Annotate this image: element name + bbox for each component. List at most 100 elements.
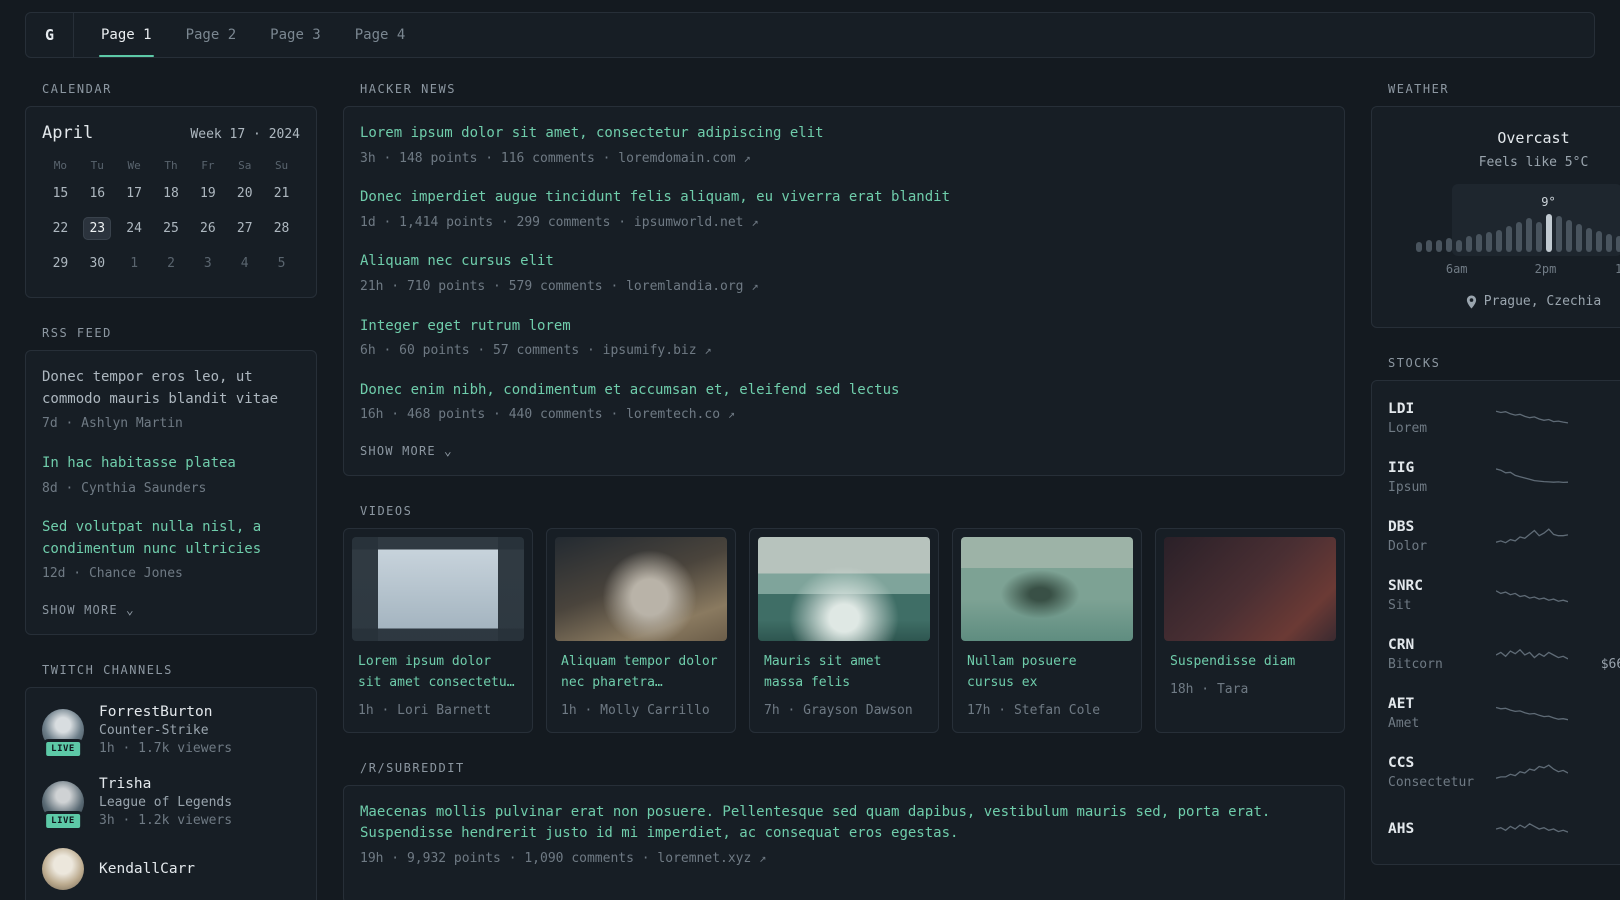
hn-item: Aliquam nec cursus elit 21h · 710 points …: [360, 251, 1328, 296]
tab-page-1[interactable]: Page 1: [84, 13, 169, 57]
weather-condition: Overcast: [1497, 129, 1570, 147]
stock-row[interactable]: CRN Bitcorn -1.00% $66,171.48: [1388, 625, 1620, 684]
avatar: LIVE: [42, 780, 84, 831]
hn-item-meta: 16h · 468 points · 440 comments · loremt…: [360, 407, 736, 423]
calendar-day[interactable]: 5: [263, 246, 300, 281]
calendar-dow-label: Tu: [90, 159, 104, 172]
tab-page-4[interactable]: Page 4: [338, 13, 423, 57]
right-column: WEATHER Overcast Feels like 5°C 9° 6am 2p…: [1371, 82, 1620, 893]
video-thumbnail[interactable]: [1164, 536, 1336, 641]
video-thumbnail[interactable]: [555, 536, 727, 641]
stock-row[interactable]: AET Amet +0.92% $499.72: [1388, 684, 1620, 743]
stock-row[interactable]: DBS Dolor +1.42% $156.28: [1388, 507, 1620, 566]
twitch-channel[interactable]: LIVE ForrestBurton Counter-Strike 1h · 1.7k…: [42, 704, 300, 759]
stock-name: Consectetur: [1388, 775, 1475, 790]
calendar-day[interactable]: 21: [263, 176, 300, 211]
video-title[interactable]: Nullam posuere cursus ex: [967, 652, 1127, 694]
calendar-day-number: 26: [200, 221, 216, 236]
rss-item-meta: 8d · Cynthia Saunders: [42, 480, 207, 496]
video-title[interactable]: Lorem ipsum dolor sit amet consectetu…: [358, 652, 518, 694]
location-pin-icon: [1466, 295, 1476, 308]
rss-item: In hac habitasse platea 8d · Cynthia Saun…: [42, 453, 300, 498]
hn-item-meta: 21h · 710 points · 579 comments · loreml…: [360, 279, 759, 295]
calendar-day[interactable]: 30: [79, 246, 116, 281]
twitch-channel[interactable]: KendallCarr: [42, 847, 300, 890]
hn-item: Donec enim nibh, condimentum et accumsan…: [360, 380, 1328, 425]
calendar-day[interactable]: 24: [116, 211, 153, 246]
calendar-day[interactable]: 28: [263, 211, 300, 246]
calendar-day[interactable]: 3: [189, 246, 226, 281]
channel-name[interactable]: Trisha: [99, 776, 232, 792]
external-link-icon: ↗: [704, 343, 712, 358]
subreddit-item-title[interactable]: Maecenas mollis pulvinar erat non posuer…: [360, 802, 1328, 845]
calendar-day[interactable]: 15: [42, 176, 79, 211]
calendar-day[interactable]: 17: [116, 176, 153, 211]
hackernews-show-more-button[interactable]: SHOW MORE ⌄: [360, 444, 1328, 459]
rss-show-more-button[interactable]: SHOW MORE ⌄: [42, 603, 300, 618]
calendar-day[interactable]: 2: [153, 246, 190, 281]
twitch-card: LIVE ForrestBurton Counter-Strike 1h · 1.7k…: [25, 686, 317, 900]
video-title[interactable]: Aliquam tempor dolor nec pharetra…: [561, 652, 721, 694]
calendar-day[interactable]: 23: [79, 211, 116, 246]
channel-info: KendallCarr: [99, 861, 195, 877]
weather-hour-bar: [1415, 242, 1422, 252]
hn-item-title[interactable]: Lorem ipsum dolor sit amet, consectetur …: [360, 123, 1328, 145]
rss-item-title[interactable]: In hac habitasse platea: [42, 453, 300, 475]
stock-row[interactable]: IIG Ipsum +2.84% $42.04: [1388, 448, 1620, 507]
channel-game: League of Legends: [99, 794, 233, 810]
calendar-day[interactable]: 18: [153, 176, 190, 211]
stock-sparkline: [1495, 467, 1568, 483]
calendar-day[interactable]: 22: [42, 211, 79, 246]
video-card[interactable]: Nullam posuere cursus ex 17h · Stefan Col…: [952, 527, 1142, 733]
rss-item-title[interactable]: Donec tempor eros leo, ut commodo mauris…: [42, 367, 300, 410]
calendar-day[interactable]: 27: [226, 211, 263, 246]
calendar-day-number: 21: [273, 186, 290, 201]
stock-sparkline: [1495, 527, 1568, 543]
calendar-day[interactable]: 19: [189, 176, 226, 211]
external-link-icon: ↗: [759, 850, 767, 865]
channel-game: Counter-Strike: [99, 722, 209, 738]
videos-section-title: VIDEOS: [360, 503, 413, 518]
twitch-channel[interactable]: LIVE Trisha League of Legends 3h · 1.2k vie…: [42, 776, 300, 831]
calendar-day[interactable]: 29: [42, 246, 79, 281]
channel-name[interactable]: KendallCarr: [99, 861, 195, 877]
avatar: LIVE: [42, 708, 84, 759]
video-card[interactable]: Aliquam tempor dolor nec pharetra… 1h · M…: [546, 527, 736, 733]
video-card[interactable]: Lorem ipsum dolor sit amet consectetu… 1h…: [343, 527, 533, 733]
stock-row[interactable]: CCS Consectetur +0.51% $165.84: [1388, 743, 1620, 802]
video-thumbnail[interactable]: [961, 536, 1133, 641]
tab-page-2[interactable]: Page 2: [169, 13, 254, 57]
stock-ticker: DBS: [1388, 519, 1415, 535]
calendar-dow-label: Sa: [238, 159, 252, 172]
video-title[interactable]: Mauris sit amet massa felis: [764, 652, 924, 694]
rss-widget: RSS FEED Donec tempor eros leo, ut commo…: [25, 326, 317, 635]
calendar-day[interactable]: 26: [189, 211, 226, 246]
calendar-day[interactable]: 16: [79, 176, 116, 211]
video-card[interactable]: Suspendisse diam 18h · Tara: [1155, 527, 1345, 733]
calendar-day[interactable]: 1: [116, 246, 153, 281]
video-body: Aliquam tempor dolor nec pharetra… 1h · M…: [555, 641, 727, 724]
calendar-day[interactable]: 25: [153, 211, 190, 246]
hn-item-title[interactable]: Integer eget rutrum lorem: [360, 316, 1328, 338]
stock-row[interactable]: AHS +0.46%: [1388, 802, 1620, 856]
hn-item-title[interactable]: Aliquam nec cursus elit: [360, 251, 1328, 273]
calendar-day[interactable]: 4: [226, 246, 263, 281]
stock-row[interactable]: SNRC Sit +1.36% $148.64: [1388, 566, 1620, 625]
stock-id: CRN Bitcorn: [1388, 637, 1480, 672]
video-card[interactable]: Mauris sit amet massa felis 7h · Grayson …: [749, 527, 939, 733]
calendar-day[interactable]: 20: [226, 176, 263, 211]
channel-name[interactable]: ForrestBurton: [99, 704, 232, 720]
channel-info: Trisha League of Legends 3h · 1.2k viewers: [99, 776, 232, 828]
hn-item-title[interactable]: Donec imperdiet augue tincidunt felis al…: [360, 187, 1328, 209]
rss-item-meta: 12d · Chance Jones: [42, 566, 183, 582]
hn-item-title[interactable]: Donec enim nibh, condimentum et accumsan…: [360, 380, 1328, 402]
stock-name: Dolor: [1388, 539, 1428, 554]
hackernews-card: Lorem ipsum dolor sit amet, consectetur …: [343, 106, 1345, 476]
app-logo[interactable]: G: [26, 13, 74, 57]
rss-item-title[interactable]: Sed volutpat nulla nisl, a condimentum n…: [42, 517, 300, 560]
tab-page-3[interactable]: Page 3: [253, 13, 338, 57]
video-thumbnail[interactable]: [758, 536, 930, 641]
video-thumbnail[interactable]: [352, 536, 524, 641]
video-title[interactable]: Suspendisse diam: [1170, 652, 1330, 673]
stock-row[interactable]: LDI Lorem +4.35% $795.18: [1388, 389, 1620, 448]
